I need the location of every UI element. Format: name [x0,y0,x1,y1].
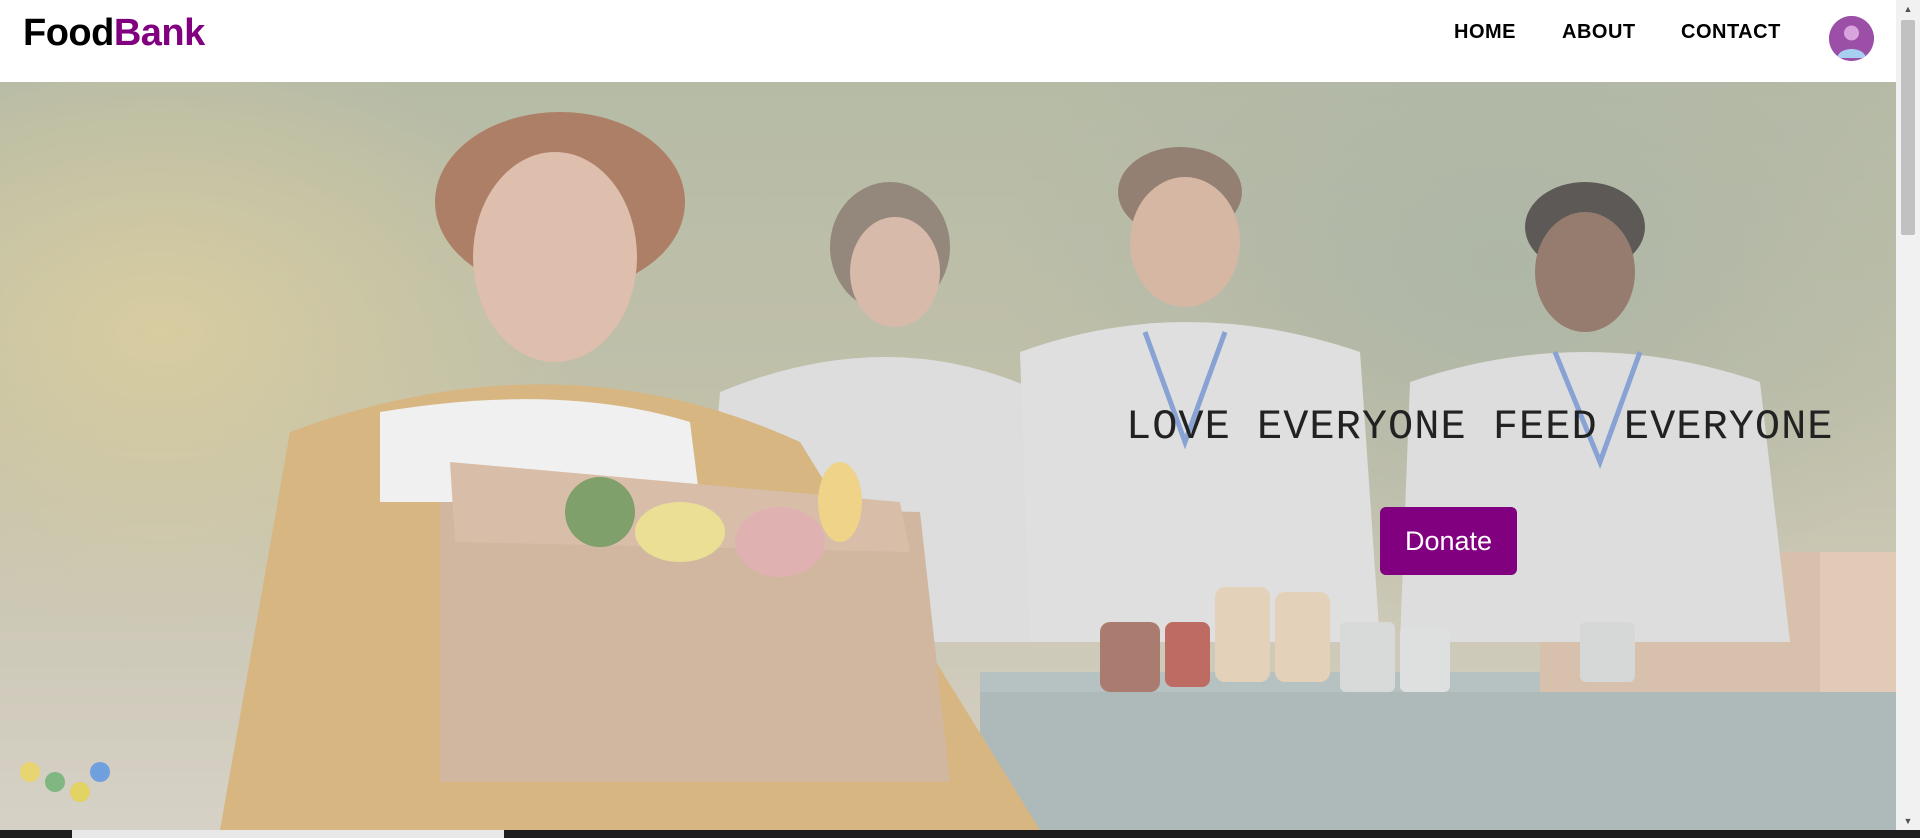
logo[interactable]: FoodBank [23,12,205,55]
scroll-down-arrow-icon[interactable]: ▼ [1896,812,1920,830]
scrollbar-thumb[interactable] [1901,20,1915,235]
horizontal-scroll-thumb[interactable] [72,830,504,838]
nav-link-contact[interactable]: CONTACT [1681,21,1781,44]
scroll-up-arrow-icon[interactable]: ▲ [1896,0,1920,18]
hero-headline: LOVE EVERYONE FEED EVERYONE [1126,403,1834,451]
nav-link-about[interactable]: ABOUT [1562,21,1636,44]
hero-section: LOVE EVERYONE FEED EVERYONE Donate [0,82,1896,830]
horizontal-scroll-strip [0,830,1920,838]
nav-link-home[interactable]: HOME [1454,21,1516,44]
hero-overlay [0,82,1896,830]
donate-button[interactable]: Donate [1380,507,1517,575]
logo-part-bank: Bank [113,12,205,54]
navbar: FoodBank HOME ABOUT CONTACT [0,0,1896,82]
logo-part-food: Food [23,12,114,54]
vertical-scrollbar[interactable]: ▲ ▼ [1896,0,1920,830]
user-avatar-icon[interactable] [1829,16,1874,61]
